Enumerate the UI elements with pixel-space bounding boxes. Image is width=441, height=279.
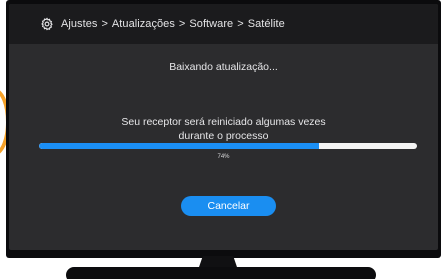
breadcrumb-item-atualizacoes: Atualizações <box>111 18 175 30</box>
cancel-button[interactable]: Cancelar <box>181 196 276 216</box>
settings-header: Ajustes > Atualizações > Software > Satélite <box>9 4 438 44</box>
gear-icon <box>39 17 54 32</box>
breadcrumb-item-satelite: Satélite <box>247 18 285 30</box>
breadcrumb-separator: > <box>101 18 108 30</box>
restart-warning-line-1: Seu receptor será reiniciado algumas vez… <box>121 116 326 128</box>
download-progress-bar <box>39 143 417 149</box>
breadcrumb: Ajustes > Atualizações > Software > Satélite <box>61 18 285 30</box>
breadcrumb-separator: > <box>178 18 186 30</box>
tv-frame: Ajustes > Atualizações > Software > Satélite B… <box>6 0 441 258</box>
breadcrumb-item-ajustes: Ajustes <box>61 18 98 30</box>
breadcrumb-separator: > <box>237 18 244 30</box>
restart-warning-text: Seu receptor será reiniciado algumas vez… <box>9 115 438 143</box>
restart-warning-line-2: durante o processo <box>178 130 269 142</box>
download-progress-fill <box>39 143 319 149</box>
download-progress-percent: 74% <box>217 154 230 160</box>
download-status-text: Baixando atualização... <box>169 61 278 73</box>
breadcrumb-item-software: Software <box>189 18 234 30</box>
tv-stand-base <box>66 267 376 279</box>
tv-screen: Ajustes > Atualizações > Software > Satélite B… <box>9 4 438 250</box>
